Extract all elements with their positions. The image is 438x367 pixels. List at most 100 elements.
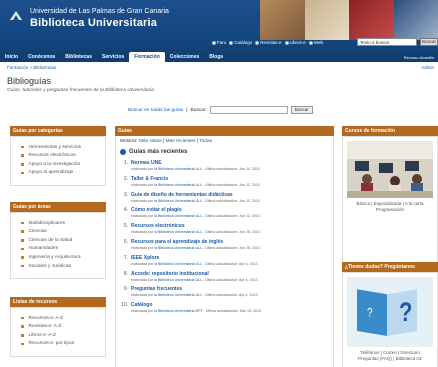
guide-title[interactable]: Catálogo [131,302,261,308]
questions-caption[interactable]: Teléfonos | Correo | Directorio Pregunta… [343,347,437,365]
category-label[interactable]: Apoyo a la investigación [29,162,81,167]
tab-todas[interactable]: Todas [199,139,212,144]
guide-author[interactable]: la Biblioteca Universitaria DPT [154,309,202,313]
resource-item[interactable]: Revistas-e: A-Z [21,324,99,329]
guide-item[interactable]: 6. Recursos para el aprendizaje de inglés… [120,239,329,250]
bullet-icon [21,239,24,242]
tab-mas-vistas[interactable]: Más vistas [139,139,162,144]
category-label[interactable]: Apoyo al aprendizaje [29,170,74,175]
category-item[interactable]: Recursos electrónicos [21,153,99,158]
category-label[interactable]: Recursos electrónicos [29,153,76,158]
tab-mas-recientes[interactable]: Más recientes [166,139,196,144]
nav-item-colecciones[interactable]: Colecciones [165,52,204,62]
scope-option-web[interactable]: Web [308,40,323,45]
guides-search-input[interactable] [209,106,288,114]
breadcrumb-formacion[interactable]: Formación [7,65,28,70]
resource-label[interactable]: Revistas-e: A-Z [29,324,62,329]
breadcrumb-biblioguias[interactable]: BiblioGuías [33,65,56,70]
resource-label[interactable]: Libros-e: A-Z [29,333,56,338]
area-item[interactable]: Multidisciplinares [21,221,99,226]
guide-title[interactable]: Taller & Francis [131,176,260,182]
header-photo [393,0,438,40]
university-logo-icon[interactable] [8,8,24,24]
admin-link[interactable]: Admin [421,65,434,70]
classroom-photo[interactable] [347,141,433,198]
guide-title[interactable]: Cómo evitar el plagio [131,207,260,213]
area-item[interactable]: Humanidades [21,246,99,251]
guide-author[interactable]: la Biblioteca Universitaria ULL [154,214,202,218]
guide-content: Normas UNE elaborada por la Biblioteca Un… [131,160,260,171]
area-label[interactable]: Sociales y Jurídicas [29,264,71,269]
categories-panel: Guías por categorías Herramientas y serv… [10,126,106,186]
scope-option-faro[interactable]: Faro [212,40,226,45]
nav-item-formacion[interactable]: Formación [129,52,165,62]
guide-author[interactable]: la Biblioteca Universitaria ULL [154,262,202,266]
area-label[interactable]: Ciencias de la Salud [29,238,73,243]
nav-item-conocenos[interactable]: Conócenos [23,52,60,62]
guide-author[interactable]: la Biblioteca Universitaria ULL [154,230,202,234]
guide-author[interactable]: la Biblioteca Universitaria ULL [154,199,202,203]
radio-icon[interactable] [308,40,313,45]
radio-icon[interactable] [255,40,260,45]
guide-item[interactable]: 5. Recursos electrónicos elaborada por la … [120,223,329,234]
nav-item-inicio[interactable]: Inicio [0,52,23,62]
area-label[interactable]: Humanidades [29,246,59,251]
question-mark-illustration[interactable]: ? ? [347,277,433,347]
resource-item[interactable]: Recursos-e: por tipos [21,341,99,346]
nav-item-blogs[interactable]: Blogs [204,52,228,62]
resource-item[interactable]: Recursos-e: A-Z [21,316,99,321]
guide-item[interactable]: 7. IEEE Xplore elaborada por la Biblioteca… [120,255,329,266]
guide-item[interactable]: 9. Preguntas frecuentes elaborada por la B… [120,286,329,297]
scope-option-libros[interactable]: Libros-e [284,40,306,45]
guide-author[interactable]: la Biblioteca Universitaria ULL [154,278,202,282]
category-item[interactable]: Herramientas y servicios [21,145,99,150]
area-label[interactable]: Multidisciplinares [29,221,66,226]
guide-item[interactable]: 1. Normas UNE elaborada por la Biblioteca … [120,160,329,171]
resource-item[interactable]: Libros-e: A-Z [21,333,99,338]
guide-author[interactable]: la Biblioteca Universitaria ULL [154,293,202,297]
resource-label[interactable]: Recursos-e: por tipos [29,341,75,346]
radio-icon[interactable] [229,40,234,45]
guide-item[interactable]: 8. Accede: repositorio institucional elabo… [120,271,329,282]
area-item[interactable]: Sociales y Jurídicas [21,264,99,269]
guide-item[interactable]: 3. Guía de diseño de herramientas didácti… [120,192,329,203]
scope-option-revistas[interactable]: Revistas-e [255,40,282,45]
guide-title[interactable]: Recursos electrónicos [131,223,260,229]
area-item[interactable]: Ingeniería y Arquitectura [21,255,99,260]
area-label[interactable]: Ingeniería y Arquitectura [29,255,81,260]
guide-item[interactable]: 2. Taller & Francis elaborada por la Bibli… [120,176,329,187]
university-name[interactable]: Universidad de Las Palmas de Gran Canari… [30,8,169,15]
nav-item-servicios[interactable]: Servicios [97,52,129,62]
scope-option-catalogo[interactable]: Catálogo [229,40,252,45]
nav-right-link[interactable]: Recurso Amarillo [404,55,434,60]
category-item[interactable]: Apoyo al aprendizaje [21,170,99,175]
radio-icon[interactable] [212,40,216,45]
guide-title[interactable]: IEEE Xplore [131,255,258,261]
area-item[interactable]: Ciencias [21,229,99,234]
area-label[interactable]: Ciencias [29,229,47,234]
guide-date: - Última actualización: Jun 12, 2013 [203,214,260,219]
guides-search-button[interactable]: Buscar [290,106,313,114]
feed-icon[interactable] [120,149,126,155]
guide-author[interactable]: la Biblioteca Universitaria ULL [154,167,202,171]
category-item[interactable]: Apoyo a la investigación [21,162,99,167]
guide-title[interactable]: Accede: repositorio institucional [131,271,258,277]
category-label[interactable]: Herramientas y servicios [29,145,82,150]
guide-title[interactable]: Recursos para el aprendizaje de inglés [131,239,260,245]
resource-label[interactable]: Recursos-e: A-Z [29,316,64,321]
nav-item-bibliotecas[interactable]: Bibliotecas [60,52,97,62]
guide-item[interactable]: 10. Catálogo elaborada por la Biblioteca U… [120,302,329,313]
guide-author[interactable]: la Biblioteca Universitaria ULL [154,246,202,250]
guide-item[interactable]: 4. Cómo evitar el plagio elaborada por la … [120,207,329,218]
radio-icon[interactable] [284,40,289,45]
guide-title[interactable]: Preguntas frecuentes [131,286,258,292]
library-name[interactable]: Biblioteca Universitaria [30,17,157,29]
guide-author[interactable]: la Biblioteca Universitaria ULL [154,183,202,187]
header-search-input[interactable]: Texto a buscar [357,38,417,46]
courses-caption[interactable]: Básica | Especializada | A la carta Prog… [343,198,437,216]
guide-title[interactable]: Guía de diseño de herramientas didáctica… [131,192,260,198]
guide-title[interactable]: Normas UNE [131,160,260,166]
all-guides-search-link[interactable]: Buscar en todas las guías [128,108,183,113]
area-item[interactable]: Ciencias de la Salud [21,238,99,243]
header-search-button[interactable]: Buscar [420,38,438,46]
